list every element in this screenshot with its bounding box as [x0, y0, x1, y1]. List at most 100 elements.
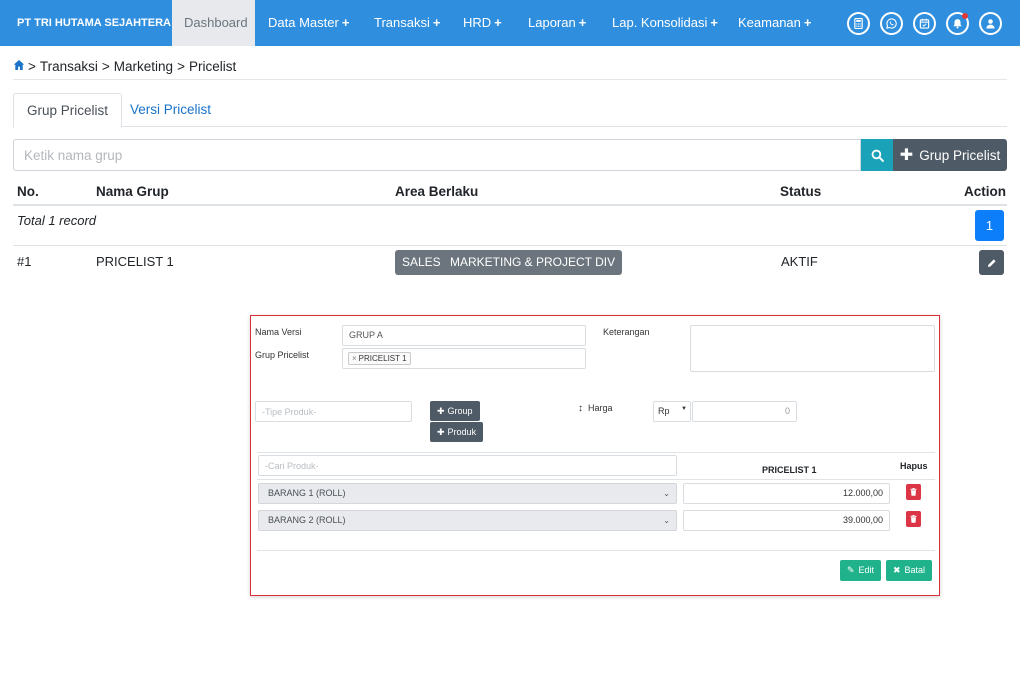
- nama-versi-input[interactable]: GRUP A: [342, 325, 586, 346]
- whatsapp-icon[interactable]: [880, 12, 903, 35]
- product-name: BARANG 2 (ROLL): [268, 515, 346, 525]
- add-group-button[interactable]: ✚ Group: [430, 401, 480, 421]
- button-label: Batal: [904, 565, 926, 575]
- close-icon: ✖: [893, 565, 901, 575]
- product-price-input[interactable]: 39.000,00: [683, 510, 890, 531]
- breadcrumb-transaksi[interactable]: Transaksi: [40, 59, 98, 74]
- cari-produk-input[interactable]: [258, 455, 677, 476]
- plus-icon: +: [710, 15, 718, 30]
- delete-button[interactable]: [906, 484, 921, 500]
- button-label: Group: [447, 406, 473, 416]
- header-divider: [13, 204, 1007, 206]
- nav-transaksi[interactable]: Transaksi +: [362, 0, 452, 46]
- plus-icon: +: [803, 15, 812, 30]
- user-icon[interactable]: [979, 12, 1002, 35]
- breadcrumb-pricelist: Pricelist: [188, 58, 237, 74]
- tag-pricelist-1: × PRICELIST 1: [348, 352, 411, 365]
- search-input[interactable]: [13, 139, 861, 171]
- edit-button[interactable]: ✎ Edit: [840, 560, 882, 581]
- product-name: BARANG 1 (ROLL): [268, 488, 346, 498]
- tab-bar: Grup Pricelist Versi Pricelist: [13, 93, 1007, 128]
- label-grup-pricelist: Grup Pricelist: [255, 350, 310, 360]
- notification-dot: [962, 13, 968, 19]
- plus-icon: +: [578, 15, 587, 30]
- bell-icon[interactable]: [946, 12, 969, 35]
- keterangan-textarea[interactable]: [690, 325, 935, 372]
- trash-icon: [910, 488, 917, 496]
- column-header-pricelist-1: PRICELIST 1: [762, 465, 817, 475]
- divider: [257, 550, 935, 551]
- divider: [257, 452, 935, 453]
- nav-label: Dashboard: [184, 15, 248, 30]
- search-icon: [871, 149, 884, 162]
- column-header-action: Action: [964, 184, 1006, 199]
- nav-label: Keamanan: [738, 15, 801, 30]
- nama-versi-value: GRUP A: [349, 330, 383, 340]
- tab-versi-pricelist[interactable]: Versi Pricelist: [117, 93, 224, 127]
- tab-grup-pricelist[interactable]: Grup Pricelist: [13, 93, 123, 128]
- brand-name[interactable]: PT TRI HUTAMA SEJAHTERA: [17, 0, 171, 46]
- column-header-nama-grup: Nama Grup: [96, 184, 169, 199]
- calendar-icon[interactable]: [913, 12, 936, 35]
- divider: [13, 79, 1007, 80]
- trash-icon: [910, 515, 917, 523]
- plus-icon: +: [432, 15, 441, 30]
- breadcrumb-separator: >: [177, 58, 185, 74]
- column-header-hapus: Hapus: [900, 461, 928, 471]
- product-select[interactable]: BARANG 2 (ROLL) ⌄: [258, 510, 677, 531]
- nav-label: HRD: [463, 15, 492, 30]
- currency-value: Rp: [658, 406, 670, 416]
- nav-lap-konsolidasi[interactable]: Lap. Konsolidasi +: [600, 0, 730, 46]
- label-nama-versi: Nama Versi: [255, 327, 302, 337]
- button-label: Grup Pricelist: [919, 147, 1001, 163]
- nav-label: Laporan: [528, 15, 576, 30]
- add-produk-button[interactable]: ✚ Produk: [430, 422, 484, 442]
- row-status: AKTIF: [781, 254, 818, 269]
- plus-icon: ✚: [437, 427, 445, 437]
- add-grup-pricelist-button[interactable]: ✚ Grup Pricelist: [893, 139, 1007, 171]
- chevron-down-icon: ⌄: [663, 489, 670, 498]
- cancel-button[interactable]: ✖ Batal: [886, 560, 933, 581]
- sort-icon[interactable]: ↕: [578, 403, 583, 414]
- home-icon[interactable]: [13, 59, 25, 74]
- breadcrumb: > Transaksi > Marketing > Pricelist: [13, 57, 236, 75]
- product-price-input[interactable]: 12.000,00: [683, 483, 890, 504]
- top-navbar: PT TRI HUTAMA SEJAHTERA Dashboard Data M…: [0, 0, 1020, 46]
- area-badge-sales: SALES: [395, 250, 448, 275]
- product-select[interactable]: BARANG 1 (ROLL) ⌄: [258, 483, 677, 504]
- pencil-icon: [987, 258, 996, 267]
- tag-remove-icon[interactable]: ×: [352, 354, 357, 363]
- caret-down-icon: ▼: [681, 406, 687, 412]
- edit-row-button[interactable]: [979, 250, 1004, 275]
- row-number: #1: [17, 254, 32, 269]
- grup-pricelist-multiselect[interactable]: × PRICELIST 1: [342, 348, 586, 369]
- pagination-page-1[interactable]: 1: [975, 210, 1004, 241]
- column-header-no: No.: [17, 184, 39, 199]
- pencil-icon: ✎: [847, 565, 855, 575]
- tipe-produk-select[interactable]: [255, 401, 412, 422]
- search-button[interactable]: [861, 139, 893, 171]
- tag-label: PRICELIST 1: [358, 354, 407, 363]
- row-group-name: PRICELIST 1: [96, 254, 174, 269]
- nav-hrd[interactable]: HRD +: [451, 0, 514, 46]
- pricelist-version-form: Nama Versi GRUP A Grup Pricelist × PRICEL…: [250, 315, 940, 596]
- plus-icon: +: [494, 15, 502, 30]
- delete-button[interactable]: [906, 511, 921, 527]
- divider: [257, 479, 935, 480]
- breadcrumb-separator: >: [101, 58, 110, 74]
- total-record-text: Total 1 record: [17, 213, 97, 228]
- label-harga: Harga: [588, 403, 613, 413]
- nav-data-master[interactable]: Data Master +: [256, 0, 361, 46]
- breadcrumb-separator: >: [28, 58, 36, 74]
- breadcrumb-marketing[interactable]: Marketing: [114, 59, 173, 74]
- nav-keamanan[interactable]: Keamanan +: [726, 0, 823, 46]
- currency-select[interactable]: Rp ▼: [653, 401, 691, 422]
- nav-dashboard[interactable]: Dashboard: [172, 0, 255, 46]
- calculator-icon[interactable]: [847, 12, 870, 35]
- product-price: 12.000,00: [842, 488, 883, 498]
- button-label: Edit: [858, 565, 875, 575]
- harga-value: 0: [784, 406, 790, 416]
- nav-laporan[interactable]: Laporan +: [516, 0, 598, 46]
- harga-input[interactable]: 0: [692, 401, 797, 422]
- button-label: Produk: [447, 427, 477, 437]
